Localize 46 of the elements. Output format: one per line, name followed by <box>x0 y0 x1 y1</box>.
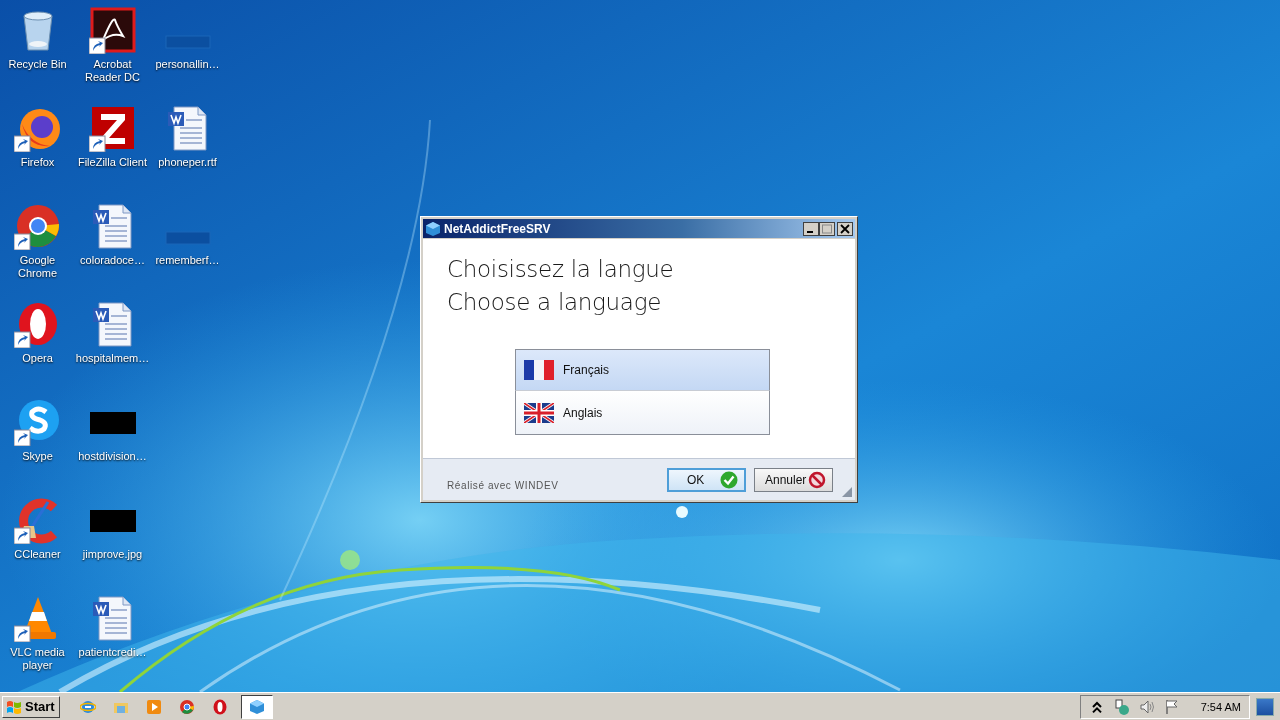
icon-label[interactable]: hospitalmem… <box>75 352 150 365</box>
icon-label[interactable]: hostdivision… <box>78 450 147 463</box>
dialog-heading: Choisissez la langue <box>447 255 675 284</box>
icon-label[interactable]: patientcredi… <box>78 646 147 659</box>
resize-grip-icon[interactable] <box>842 487 852 497</box>
language-option[interactable]: Français <box>515 349 770 391</box>
language-option[interactable]: Anglais <box>515 391 770 435</box>
cube-icon <box>425 220 441 237</box>
skype-icon[interactable] <box>13 398 62 446</box>
icon-label[interactable]: FileZilla Client <box>77 156 148 169</box>
clock[interactable]: 7:54 AM <box>1200 700 1241 713</box>
window-title: NetAddictFreeSRV <box>444 221 552 236</box>
icon-label[interactable]: rememberf… <box>155 254 220 267</box>
icon-label[interactable]: personallin… <box>155 58 220 71</box>
minimize-button[interactable] <box>803 221 819 236</box>
icon-label[interactable]: coloradoce… <box>80 254 145 267</box>
show-desktop-button[interactable] <box>1256 697 1274 716</box>
acrobat-icon[interactable] <box>88 6 137 54</box>
filezilla-icon[interactable] <box>88 104 137 152</box>
chrome-icon[interactable] <box>13 202 62 250</box>
check-icon <box>720 470 738 489</box>
cancel-button[interactable]: Annuler <box>754 467 833 492</box>
icon-label[interactable]: jimprove.jpg <box>82 548 143 561</box>
flag-icon[interactable] <box>1163 698 1180 715</box>
icon-label[interactable]: Recycle Bin <box>8 58 67 71</box>
flag-icon <box>524 360 554 380</box>
icon-label[interactable]: CCleaner <box>14 548 61 561</box>
flag-icon <box>524 402 554 423</box>
start-button[interactable]: Start <box>2 695 60 718</box>
windows-logo-icon <box>5 698 23 715</box>
icon-label[interactable]: Google Chrome <box>0 254 75 280</box>
footer-credit: Réalisé avec WINDEV <box>447 480 560 491</box>
speaker-icon[interactable] <box>1138 698 1155 715</box>
ok-button[interactable]: OK <box>667 467 746 492</box>
icon-label[interactable]: phoneper.rtf <box>158 156 217 169</box>
icon-label[interactable]: Acrobat Reader DC <box>75 58 150 84</box>
dialog-heading: Choose a language <box>447 288 663 317</box>
close-button[interactable] <box>837 221 853 236</box>
cube-icon[interactable] <box>240 694 273 719</box>
icon-label[interactable]: Firefox <box>20 156 55 169</box>
no-entry-icon <box>808 470 826 489</box>
maximize-button[interactable] <box>819 221 835 236</box>
icon-label[interactable]: Skype <box>22 450 53 463</box>
icon-label[interactable]: Opera <box>22 352 53 365</box>
network-icon[interactable] <box>1113 698 1130 715</box>
icon-label[interactable]: VLC media player <box>0 646 75 672</box>
